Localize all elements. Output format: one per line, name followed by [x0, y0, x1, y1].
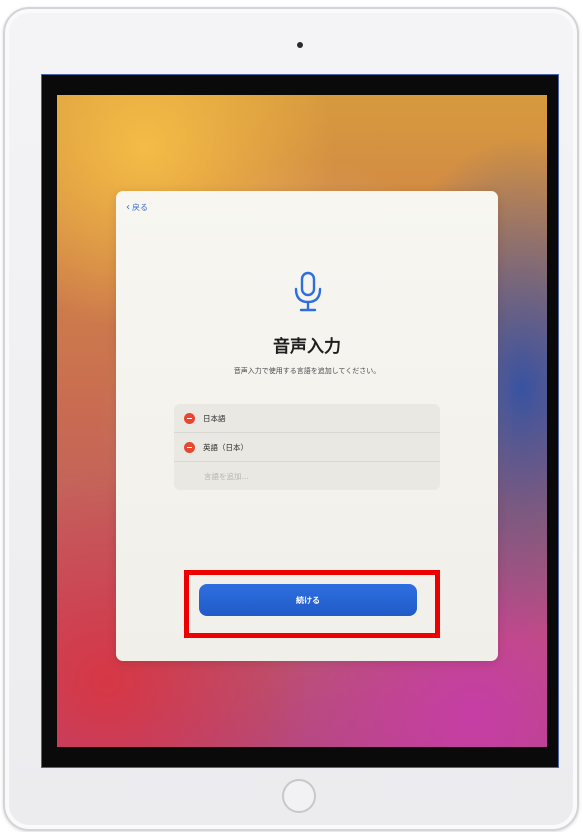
minus-circle-icon[interactable]	[184, 441, 195, 453]
language-label: 日本語	[203, 413, 226, 423]
back-button[interactable]: ‹ 戻る	[126, 202, 148, 213]
page-title: 音声入力	[273, 337, 341, 357]
minus-circle-icon[interactable]	[184, 412, 195, 424]
language-list: 日本語 英語（日本） 言語を追加...	[174, 404, 440, 490]
add-language-row[interactable]: 言語を追加...	[174, 462, 440, 490]
language-row-english-japan: 英語（日本）	[174, 433, 440, 462]
microphone-icon	[294, 271, 322, 312]
home-button[interactable]	[282, 779, 316, 813]
back-label: 戻る	[132, 203, 148, 212]
highlight-annotation	[184, 570, 440, 638]
language-row-japanese: 日本語	[174, 404, 440, 433]
language-label: 英語（日本）	[203, 442, 248, 452]
chevron-left-icon: ‹	[126, 201, 130, 213]
page-subtitle: 音声入力で使用する言語を追加してください。	[233, 367, 381, 375]
front-camera	[297, 42, 303, 48]
